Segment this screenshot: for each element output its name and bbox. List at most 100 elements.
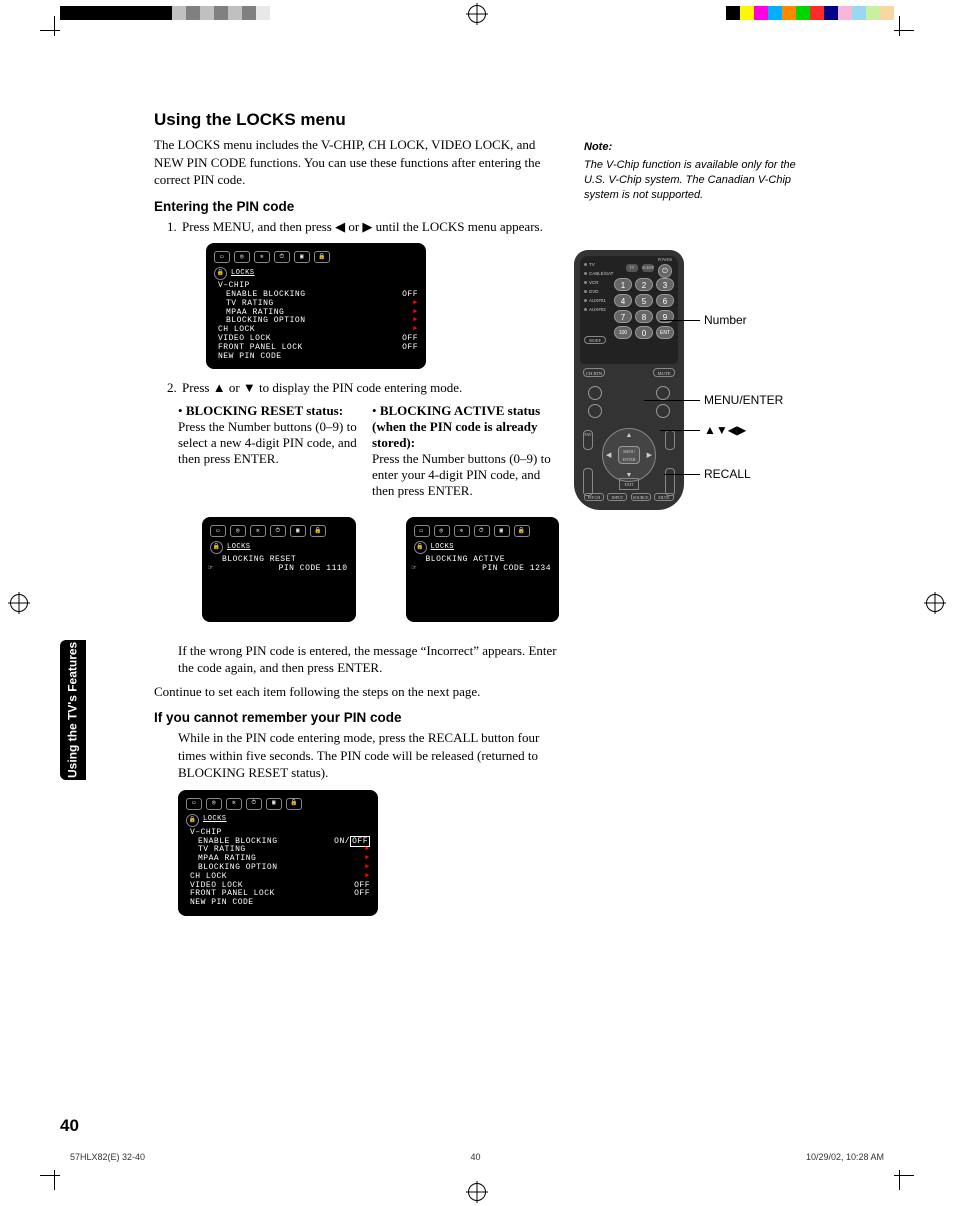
page: Using the LOCKS menu The LOCKS menu incl… (60, 40, 894, 1166)
callout-menu-enter: MENU/ENTER (704, 393, 783, 407)
osd-blocking-active: ▭ ◎ ✲ ⏱ ▣ 🔒 🔒 LOCKS BLOCKING ACTIVE ☞PIN… (406, 517, 560, 622)
heading-entering-pin: Entering the PIN code (154, 199, 559, 214)
lock-icon: 🔒 (210, 541, 223, 554)
osd-off: OFF (402, 344, 418, 353)
intro-text: The LOCKS menu includes the V-CHIP, CH L… (154, 136, 559, 189)
num-100[interactable]: 100 (614, 326, 632, 339)
osd-pin1: PIN CODE 1110 (279, 565, 348, 574)
main-content: Using the LOCKS menu The LOCKS menu incl… (154, 110, 559, 926)
timer-icon: ⏱ (246, 798, 262, 810)
osd-pin2: PIN CODE 1234 (482, 565, 551, 574)
remote: TV CABLE/SAT VCR DVD AUX#01 AUX#02 POWER… (574, 250, 684, 510)
osd-reset-menu: ▭ ◎ ✲ ⏱ ▣ 🔒 🔒 LOCKS V–CHIP ENABLE BLOCKI… (178, 790, 378, 916)
chrtn-button[interactable]: CH RTN (583, 368, 605, 377)
registration-mark (468, 5, 486, 23)
menu-enter-button[interactable]: MENU ENTER (618, 446, 640, 464)
recall-button[interactable] (588, 404, 602, 418)
bullet-active-heading: BLOCKING ACTIVE status (when the PIN cod… (372, 403, 540, 450)
pip-icon: ▣ (266, 798, 282, 810)
num-0[interactable]: 0 (635, 326, 653, 339)
lock-icon: 🔒 (514, 525, 530, 537)
pip-icon: ▣ (494, 525, 510, 537)
pip-icon: ▣ (290, 525, 306, 537)
lock-icon: 🔒 (414, 541, 427, 554)
bullet-active: BLOCKING ACTIVE status (when the PIN cod… (372, 403, 552, 499)
setup-icon: ✲ (226, 798, 242, 810)
heading-forget-pin: If you cannot remember your PIN code (154, 710, 559, 725)
registration-mark (10, 594, 28, 612)
lock-icon: 🔒 (214, 267, 227, 280)
d-pad[interactable]: ▲ ▼ ◀ ▶ MENU ENTER (602, 428, 656, 482)
favorite-button[interactable] (656, 386, 670, 400)
mute-button[interactable]: MUTE (653, 368, 675, 377)
power-button[interactable]: ⏻ (658, 264, 672, 278)
lock-icon: 🔒 (310, 525, 326, 537)
crop-mark (899, 1170, 900, 1190)
bullet-reset: BLOCKING RESET status: Press the Number … (178, 403, 358, 499)
lock-icon: 🔒 (186, 814, 199, 827)
crop-mark (54, 1170, 55, 1190)
ch-rocker[interactable] (583, 468, 593, 496)
hand-icon: ☞ (412, 565, 417, 574)
crop-mark (899, 16, 900, 36)
pip-icon: ▣ (294, 251, 310, 263)
step-2-text: Press ▲ or ▼ to display the PIN code ent… (182, 380, 462, 395)
tv-button[interactable]: TV (626, 264, 638, 272)
input-button[interactable]: INPUT (607, 493, 627, 501)
note-sidebar: Note: The V-Chip function is available o… (584, 140, 814, 202)
color-bar-right (726, 6, 894, 20)
num-4[interactable]: 4 (614, 294, 632, 307)
audio-button[interactable] (656, 404, 670, 418)
num-7[interactable]: 7 (614, 310, 632, 323)
sleep-button[interactable]: SLEEP (642, 264, 654, 272)
continue-text: Continue to set each item following the … (154, 683, 559, 701)
osd-locks-label: LOCKS (203, 816, 227, 824)
footer-page: 40 (470, 1152, 480, 1162)
color-bar-left (60, 6, 270, 20)
fav-rocker[interactable]: FAV (583, 430, 593, 450)
audio-icon: ◎ (206, 798, 222, 810)
osd-locks-label: LOCKS (227, 544, 251, 552)
callout-recall: RECALL (704, 467, 751, 481)
bullet-reset-text: Press the Number buttons (0–9) to select… (178, 419, 358, 467)
num-9[interactable]: 9 (656, 310, 674, 323)
audio-icon: ◎ (230, 525, 246, 537)
up-arrow-icon[interactable]: ▲ (626, 431, 633, 439)
mode-button[interactable]: MODE (584, 336, 606, 344)
lock-icon: 🔒 (286, 798, 302, 810)
picture-icon: ▭ (414, 525, 430, 537)
device-labels: TV CABLE/SAT VCR DVD AUX#01 AUX#02 (584, 260, 613, 314)
bullet-reset-heading: BLOCKING RESET status: (186, 403, 343, 418)
pipch-button[interactable]: PIP CH (584, 493, 604, 501)
forget-pin-text: While in the PIN code entering mode, pre… (178, 729, 559, 782)
ent-button[interactable]: ENT (656, 326, 674, 339)
step-1-text: Press MENU, and then press ◀ or ▶ until … (182, 219, 543, 234)
footer: 57HLX82(E) 32-40 40 10/29/02, 10:28 AM (70, 1152, 884, 1162)
step-1: Press MENU, and then press ◀ or ▶ until … (180, 218, 559, 370)
left-arrow-icon[interactable]: ◀ (606, 451, 611, 459)
picture-icon: ▭ (214, 251, 230, 263)
audio-icon: ◎ (234, 251, 250, 263)
right-arrow-icon[interactable]: ▶ (647, 451, 652, 459)
osd-locks-label: LOCKS (431, 544, 455, 552)
fav-rocker-r[interactable] (665, 430, 675, 450)
num-5[interactable]: 5 (635, 294, 653, 307)
power-label: POWER (658, 257, 672, 262)
num-3[interactable]: 3 (656, 278, 674, 291)
callout-number: Number (704, 313, 747, 327)
mute2-button[interactable]: MUTE (654, 493, 674, 501)
section-tab: Using the TV's Features (60, 640, 86, 780)
wrong-pin-text: If the wrong PIN code is entered, the me… (178, 642, 559, 677)
osd-locks-label: LOCKS (231, 270, 255, 278)
osd-off: OFF (354, 890, 370, 899)
info-button[interactable] (588, 386, 602, 400)
exit-button[interactable]: EXIT (619, 478, 639, 490)
num-6[interactable]: 6 (656, 294, 674, 307)
note-text: The V-Chip function is available only fo… (584, 158, 814, 203)
source-button[interactable]: SOURCE (631, 493, 651, 501)
vol-rocker[interactable] (665, 468, 675, 496)
num-2[interactable]: 2 (635, 278, 653, 291)
crop-mark (40, 1175, 60, 1176)
num-8[interactable]: 8 (635, 310, 653, 323)
num-1[interactable]: 1 (614, 278, 632, 291)
